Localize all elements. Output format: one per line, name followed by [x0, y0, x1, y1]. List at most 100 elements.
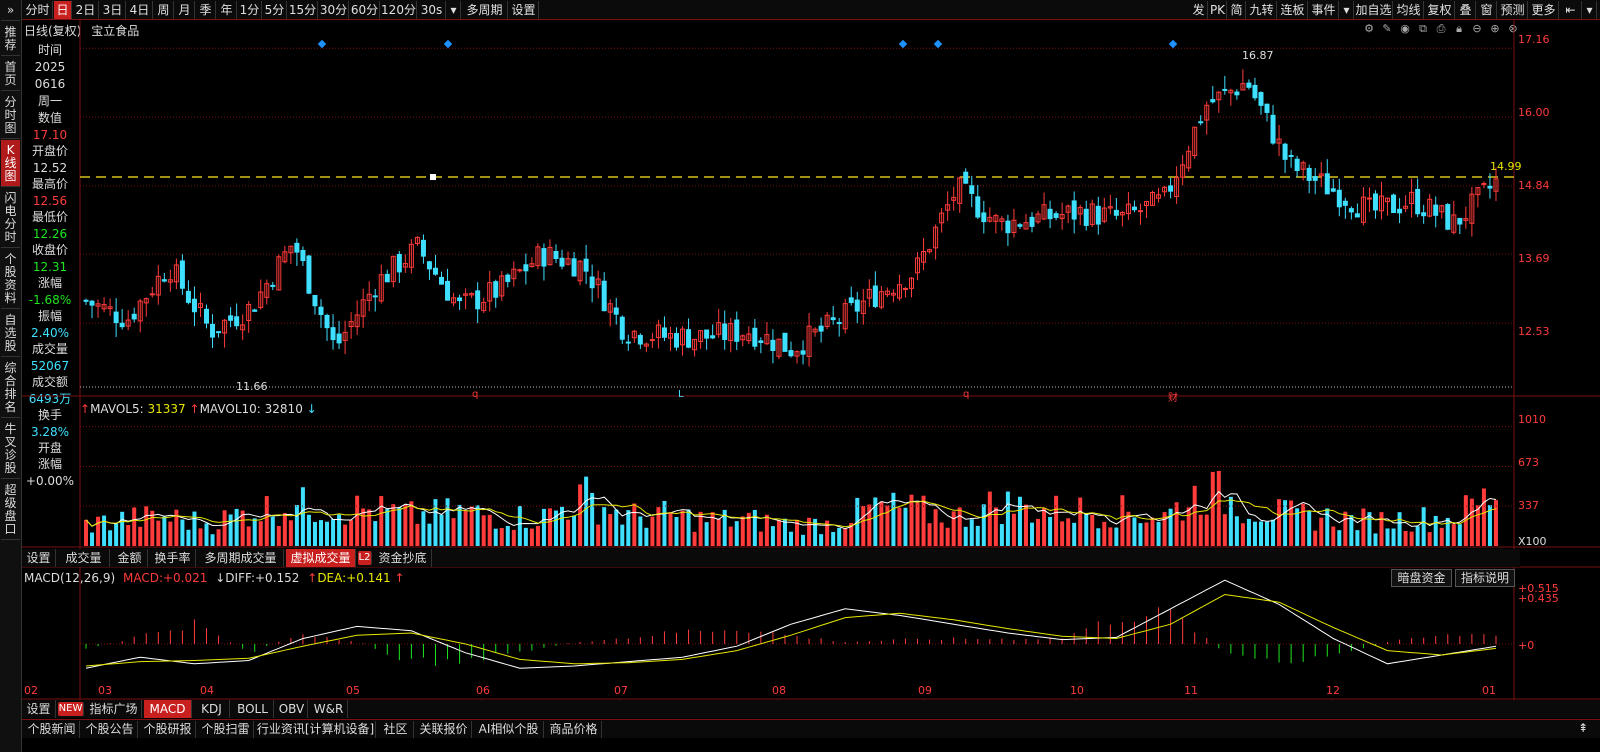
dark-pool-funds-button[interactable]: 暗盘资金: [1391, 569, 1452, 587]
volume-bar: [788, 531, 793, 546]
volume-bar: [421, 511, 426, 546]
indicator-help-button[interactable]: 指标说明: [1455, 569, 1515, 587]
low-annotation: 11.66: [236, 380, 268, 393]
x-tick-06: 06: [476, 684, 490, 697]
volume-bar: [1198, 514, 1203, 546]
bottom-link-5[interactable]: 社区: [378, 721, 414, 738]
tab-3[interactable]: 换手率: [150, 549, 196, 567]
bottom-link-8[interactable]: 商品价格: [546, 721, 602, 738]
volume-bar: [1403, 530, 1408, 546]
volume-bar: [1451, 524, 1456, 546]
tab-5[interactable]: BOLL: [232, 700, 274, 718]
tab-1[interactable]: 成交量: [58, 549, 110, 567]
volume-bar: [993, 507, 998, 546]
candlestick: [1421, 212, 1427, 217]
bottom-link-3[interactable]: 个股扫雷: [198, 721, 254, 738]
indicator-tabs: 设置 NEW 指标广场 MACD KDJ BOLL OBV W&R: [22, 700, 1600, 718]
macd-title: MACD(12,26,9): [24, 571, 116, 585]
event-diamond: [1168, 39, 1178, 49]
volume-bar: [1469, 498, 1474, 546]
bottom-link-4[interactable]: 行业资讯[计算机设备]: [256, 721, 376, 738]
tab-2[interactable]: 指标广场: [86, 700, 142, 718]
candlestick: [770, 339, 776, 351]
macd-label: MACD:: [122, 571, 163, 585]
bottom-link-7[interactable]: AI相似个股: [474, 721, 544, 738]
price-tick: 12.53: [1518, 325, 1550, 338]
volume-bar: [572, 515, 577, 546]
tab-6[interactable]: OBV: [276, 700, 308, 718]
tab-7[interactable]: W&R: [310, 700, 348, 718]
candlestick: [782, 332, 788, 352]
candlestick: [902, 287, 908, 290]
volume-bar: [1301, 503, 1306, 546]
tab-0[interactable]: 设置: [22, 549, 56, 567]
volume-bar: [1084, 513, 1089, 546]
tab-6[interactable]: L2: [358, 551, 372, 565]
candlestick: [330, 327, 336, 341]
volume-bar: [1246, 518, 1251, 546]
volume-bar: [897, 507, 902, 546]
candlestick: [89, 300, 95, 306]
volume-bar: [861, 505, 866, 546]
volume-bar: [1180, 520, 1185, 546]
candlestick: [432, 267, 438, 275]
candlestick: [228, 315, 234, 321]
collapse-icon[interactable]: ⇞: [1568, 720, 1598, 737]
candlestick: [1306, 167, 1312, 181]
tab-1[interactable]: NEW: [58, 702, 84, 716]
volume-bar: [120, 511, 125, 546]
volume-bar: [668, 512, 673, 546]
candlestick: [734, 319, 740, 342]
volume-bar: [951, 511, 956, 546]
volume-bar: [590, 492, 595, 546]
volume-bar: [204, 523, 209, 546]
event-marker[interactable]: q: [472, 389, 478, 400]
tab-7[interactable]: 资金抄底: [374, 549, 432, 567]
candlestick: [1457, 217, 1463, 225]
tab-0[interactable]: 设置: [22, 700, 56, 718]
volume-bar: [1391, 528, 1396, 546]
candlestick: [179, 260, 185, 289]
volume-bar: [602, 507, 607, 546]
event-marker[interactable]: 财: [1168, 389, 1178, 404]
event-diamond: [933, 39, 943, 49]
event-marker[interactable]: L: [678, 389, 684, 400]
volume-bar: [1210, 471, 1215, 546]
candlestick: [1005, 220, 1011, 234]
volume-bar: [614, 509, 619, 546]
volume-bar: [1337, 530, 1342, 546]
tab-5[interactable]: 虚拟成交量: [286, 549, 356, 567]
volume-bar: [1258, 521, 1263, 546]
candlestick: [661, 327, 667, 338]
candlestick: [541, 248, 547, 267]
event-marker[interactable]: q: [963, 389, 969, 400]
candlestick: [1083, 208, 1089, 226]
candlestick: [559, 257, 565, 267]
tab-4[interactable]: KDJ: [194, 700, 230, 718]
price-tick: 14.84: [1518, 179, 1550, 192]
volume-bar: [1481, 488, 1486, 546]
tab-4[interactable]: 多周期成交量: [198, 549, 284, 567]
mavol10-label: MAVOL10:: [199, 402, 261, 416]
volume-bar: [385, 509, 390, 546]
volume-bar: [180, 519, 185, 546]
bottom-link-1[interactable]: 个股公告: [82, 721, 138, 738]
chart-canvas[interactable]: [0, 0, 1600, 752]
candlestick: [312, 294, 318, 307]
volume-bar: [270, 516, 275, 546]
tab-3[interactable]: MACD: [144, 700, 192, 718]
bottom-link-2[interactable]: 个股研报: [140, 721, 196, 738]
candlestick: [1354, 213, 1360, 218]
volume-bar: [1011, 513, 1016, 546]
volume-bar: [837, 527, 842, 546]
tab-2[interactable]: 金额: [112, 549, 148, 567]
bottom-link-0[interactable]: 个股新闻: [24, 721, 80, 738]
volume-bar: [535, 525, 540, 546]
volume-bar: [132, 507, 137, 546]
bottom-link-6[interactable]: 关联报价: [416, 721, 472, 738]
candlestick: [710, 335, 716, 339]
volume-bar: [1186, 507, 1191, 546]
x-tick-07: 07: [614, 684, 628, 697]
candlestick: [161, 279, 167, 282]
candlestick: [1095, 205, 1101, 225]
